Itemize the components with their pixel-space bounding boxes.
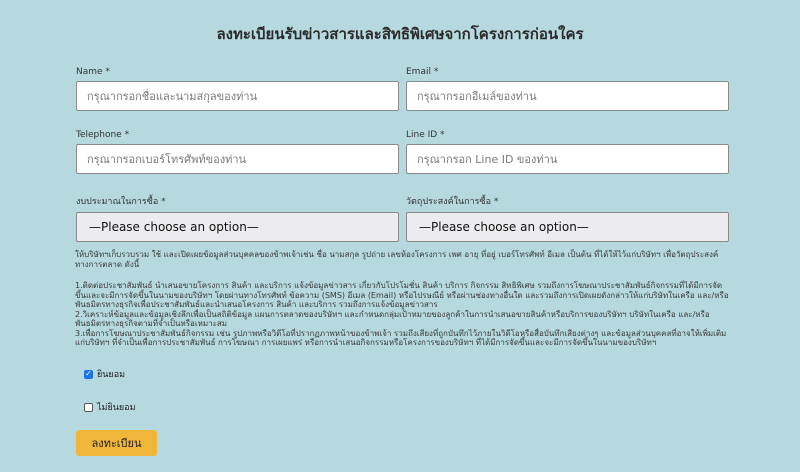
budget-selected-value: —Please choose an option— xyxy=(89,220,259,234)
consent-yes-option[interactable]: ✓ ยินยอม xyxy=(84,367,125,381)
page-title: ลงทะเบียนรับข่าวสารและสิทธิพิเศษจากโครงก… xyxy=(216,25,584,43)
line-id-input[interactable] xyxy=(406,144,729,174)
register-button[interactable]: ลงทะเบียน xyxy=(76,430,157,456)
consent-item-3: 3.เพื่อการโฆษณาประชาสัมพันธ์กิจกรรม เช่น… xyxy=(75,328,727,348)
purpose-selected-value: —Please choose an option— xyxy=(419,220,589,234)
telephone-label: Telephone * xyxy=(76,130,130,140)
telephone-field: Telephone * xyxy=(76,130,399,174)
consent-no-label[interactable]: ไม่ยินยอม xyxy=(97,400,136,414)
consent-yes-label[interactable]: ยินยอม xyxy=(97,367,125,381)
email-field: Email * xyxy=(406,67,729,111)
consent-items: 1.ติดต่อประชาสัมพันธ์ นำเสนอขายโครงการ ส… xyxy=(75,281,731,348)
name-field: Name * xyxy=(76,67,399,111)
telephone-input[interactable] xyxy=(76,144,399,174)
consent-item-2: 2.วิเคราะห์ข้อมูลและข้อมูลเชิงลึกเพื่อเป… xyxy=(75,309,710,329)
line-id-field: Line ID * xyxy=(406,130,729,174)
name-label: Name * xyxy=(76,67,110,77)
consent-intro-text: ให้บริษัทฯเก็บรวบรวม ใช้ และเปิดเผยข้อมู… xyxy=(75,250,719,269)
budget-label: งบประมาณในการซื้อ * xyxy=(76,197,166,207)
email-input[interactable] xyxy=(406,81,729,111)
purpose-label: วัตถุประสงค์ในการซื้อ * xyxy=(406,197,499,207)
consent-intro: ให้บริษัทฯเก็บรวบรวม ใช้ และเปิดเผยข้อมู… xyxy=(75,250,731,269)
purpose-select[interactable]: —Please choose an option— xyxy=(406,212,729,242)
consent-item-1: 1.ติดต่อประชาสัมพันธ์ นำเสนอขายโครงการ ส… xyxy=(75,281,729,309)
consent-no-checkbox[interactable] xyxy=(84,402,93,412)
consent-yes-checkbox[interactable]: ✓ xyxy=(84,369,93,379)
email-label: Email * xyxy=(406,67,439,77)
budget-select[interactable]: —Please choose an option— xyxy=(76,212,399,242)
purpose-field: วัตถุประสงค์ในการซื้อ * —Please choose a… xyxy=(406,194,729,242)
line-id-label: Line ID * xyxy=(406,130,445,140)
consent-no-option[interactable]: ไม่ยินยอม xyxy=(84,400,136,414)
budget-field: งบประมาณในการซื้อ * —Please choose an op… xyxy=(76,194,399,242)
name-input[interactable] xyxy=(76,81,399,111)
